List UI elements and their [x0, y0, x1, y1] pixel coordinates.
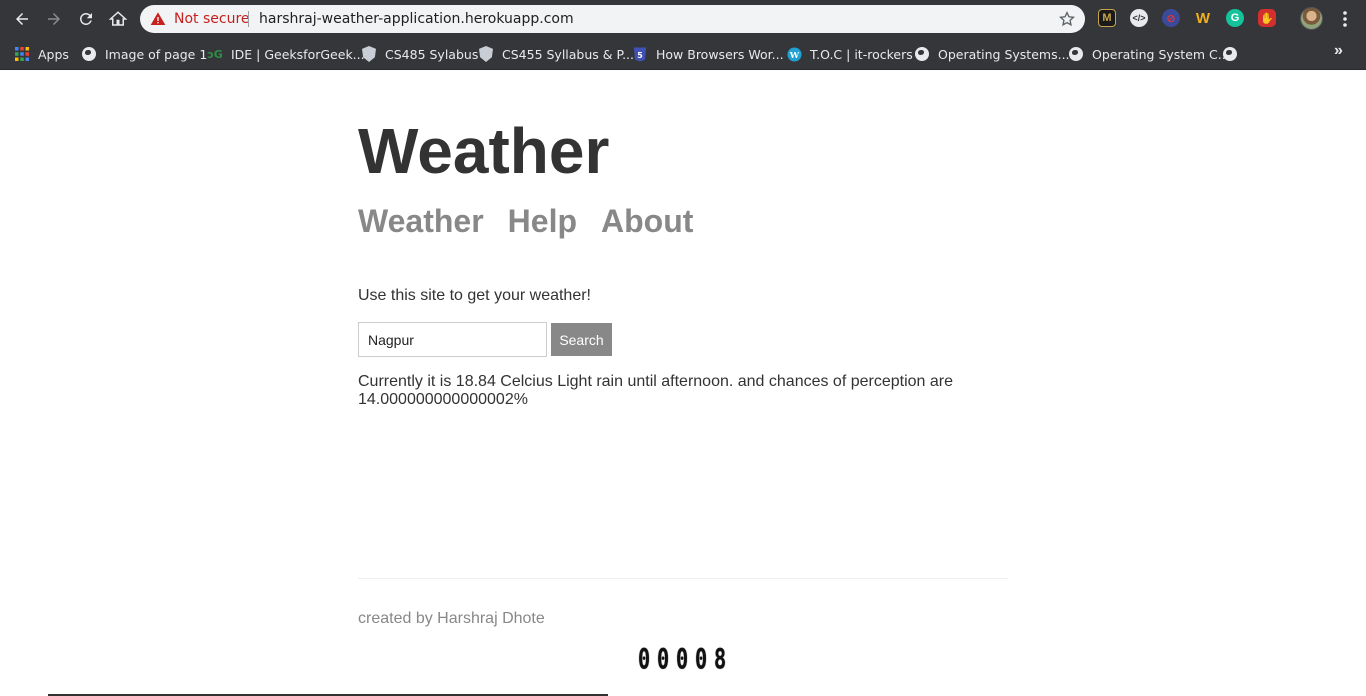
home-button[interactable]	[106, 7, 130, 31]
bookmark-label: T.O.C | it-rockers	[810, 46, 913, 62]
profile-avatar[interactable]	[1300, 7, 1323, 30]
bookmark-label: How Browsers Wor...	[656, 46, 784, 62]
home-icon	[109, 11, 127, 26]
extension-blocker-icon[interactable]: ⊘	[1162, 9, 1180, 27]
apps-grid-icon	[14, 46, 30, 62]
globe-icon	[914, 46, 930, 62]
menu-kebab-icon[interactable]	[1336, 9, 1354, 29]
extension-adblock-icon[interactable]: ✋	[1258, 9, 1276, 27]
counter-digit: 0	[637, 642, 651, 675]
search-button[interactable]: Search	[551, 323, 612, 356]
browser-toolbar: Not secure harshraj-weather-application.…	[0, 0, 1366, 38]
bookmark-cs455[interactable]: CS455 Syllabus & P...	[478, 44, 634, 64]
globe-icon	[1222, 46, 1238, 62]
nav-link-about[interactable]: About	[601, 202, 693, 240]
back-arrow-icon	[16, 13, 28, 25]
omnibox-separator	[248, 11, 249, 27]
bookmark-label: IDE | GeeksforGeek...	[231, 46, 365, 62]
counter-digit: 8	[713, 642, 727, 675]
forward-button[interactable]	[42, 7, 66, 31]
nav-link-help[interactable]: Help	[508, 202, 577, 240]
shield-icon	[478, 46, 494, 62]
not-secure-label[interactable]: Not secure	[174, 11, 250, 27]
bookmark-apps[interactable]: Apps	[14, 44, 69, 64]
bookmark-cs485[interactable]: CS485 Sylabus	[361, 44, 478, 64]
shield-icon	[361, 46, 377, 62]
footer-divider	[358, 578, 1008, 579]
bookmark-label: CS455 Syllabus & P...	[502, 46, 635, 62]
wordpress-icon: W	[786, 46, 802, 62]
bookmark-image-of-page[interactable]: Image of page 1	[81, 44, 207, 64]
warning-icon	[150, 12, 166, 25]
bookmark-toc[interactable]: W T.O.C | it-rockers	[786, 44, 913, 64]
weather-result-text: Currently it is 18.84 Celcius Light rain…	[358, 373, 954, 408]
nav-link-weather[interactable]: Weather	[358, 202, 484, 240]
location-search-input[interactable]	[358, 322, 547, 357]
reload-icon	[79, 12, 92, 25]
globe-icon	[81, 46, 97, 62]
html5-icon: 5	[632, 46, 648, 62]
svg-text:W: W	[788, 49, 799, 59]
bookmark-operating-system-c[interactable]: Operating System C...	[1068, 44, 1230, 64]
footer-credit: created by Harshraj Dhote	[358, 610, 545, 627]
intro-text: Use this site to get your weather!	[358, 287, 591, 304]
bookmark-untitled[interactable]	[1222, 44, 1246, 64]
page-title: Weather	[358, 115, 610, 187]
url-text[interactable]: harshraj-weather-application.herokuapp.c…	[259, 11, 574, 27]
bookmark-label: Apps	[38, 46, 69, 62]
extension-code-icon[interactable]: </>	[1130, 9, 1148, 27]
site-nav: Weather Help About	[358, 202, 693, 240]
bookmark-label: CS485 Sylabus	[385, 46, 479, 62]
counter-digit: 0	[675, 642, 689, 675]
counter-digit: 0	[656, 642, 670, 675]
bookmarks-bar: Apps Image of page 1 ɔG IDE | GeeksforGe…	[0, 38, 1366, 70]
back-button[interactable]	[10, 7, 34, 31]
extension-mail-icon[interactable]: M	[1098, 9, 1116, 27]
more-bookmarks-chevron-icon[interactable]: »	[1334, 42, 1343, 60]
extension-w-icon[interactable]: W	[1194, 9, 1212, 27]
address-bar[interactable]: Not secure harshraj-weather-application.…	[140, 5, 1085, 33]
extension-grammarly-icon[interactable]: G	[1226, 9, 1244, 27]
forward-arrow-icon	[48, 13, 60, 25]
globe-icon	[1068, 46, 1084, 62]
visitor-counter: 0 0 0 0 8	[636, 642, 727, 675]
bookmark-label: Operating System C...	[1092, 46, 1230, 62]
bookmark-star-icon[interactable]	[1058, 10, 1076, 28]
bookmark-geeksforgeeks[interactable]: ɔG IDE | GeeksforGeek...	[207, 44, 365, 64]
bookmark-how-browsers-work[interactable]: 5 How Browsers Wor...	[632, 44, 784, 64]
reload-button[interactable]	[74, 7, 98, 31]
svg-text:5: 5	[637, 51, 642, 60]
counter-digit: 0	[694, 642, 708, 675]
geeksforgeeks-icon: ɔG	[207, 47, 223, 61]
bookmark-label: Image of page 1	[105, 46, 208, 62]
bookmark-operating-systems[interactable]: Operating Systems...	[914, 44, 1070, 64]
bookmark-label: Operating Systems...	[938, 46, 1070, 62]
